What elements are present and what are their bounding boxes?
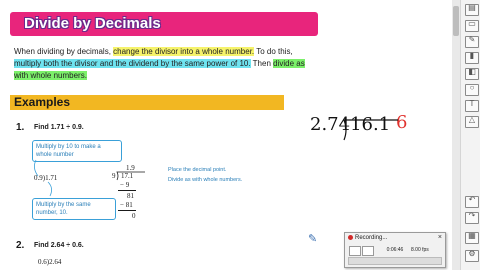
example-1-step-2: 81 bbox=[127, 192, 134, 200]
lesson-title: Divide by Decimals bbox=[24, 15, 161, 32]
subtraction-line-1 bbox=[118, 190, 136, 191]
record-dot-icon bbox=[348, 235, 353, 240]
eraser-icon[interactable]: ◧ bbox=[465, 67, 479, 80]
example-1-setup: 0.9)1.71 bbox=[34, 174, 58, 182]
highlight-multiply-both: multiply both the divisor and the divide… bbox=[14, 59, 251, 68]
page-icon[interactable]: ▭ bbox=[465, 19, 479, 32]
examples-banner: Examples bbox=[10, 95, 284, 110]
recorder-pause-button[interactable] bbox=[349, 246, 361, 256]
intro-text-2: To do this, bbox=[254, 47, 293, 56]
callout-bottom-text: Multiply by the same number, 10. bbox=[36, 202, 91, 216]
highlight-change-divisor: change the divisor into a whole number. bbox=[113, 47, 255, 56]
undo-icon[interactable]: ↶ bbox=[465, 195, 479, 208]
recording-time: 0:06:46 bbox=[386, 247, 404, 253]
pen-icon[interactable]: ✎ bbox=[465, 35, 479, 48]
note-divide-whole: Divide as with whole numbers. bbox=[168, 177, 243, 183]
example-1-step-1: − 9 bbox=[120, 181, 130, 189]
example-1-number: 1. bbox=[16, 122, 25, 133]
intro-text-3: Then bbox=[250, 59, 274, 68]
handwritten-bracket bbox=[343, 119, 398, 141]
image-icon[interactable]: ▦ bbox=[465, 231, 479, 244]
example-2-problem: Find 2.64 ÷ 0.6. bbox=[34, 242, 84, 249]
text-icon[interactable]: T bbox=[465, 99, 479, 112]
vertical-scrollbar[interactable] bbox=[452, 0, 460, 270]
recording-widget[interactable]: Recording... × 0:06:46 8.00 fps bbox=[344, 232, 446, 268]
example-2-number: 2. bbox=[16, 240, 25, 251]
example-1-remainder: 0 bbox=[132, 212, 136, 220]
example-1-divisor: 9 bbox=[112, 172, 116, 180]
recording-title: Recording... bbox=[348, 235, 387, 241]
callout-multiply-same: Multiply by the same number, 10. bbox=[32, 198, 116, 220]
recorder-progress bbox=[348, 257, 442, 265]
lasso-icon[interactable]: ○ bbox=[465, 83, 479, 96]
example-2-setup: 0.6)2.64 bbox=[38, 258, 62, 266]
example-1-problem: Find 1.71 ÷ 0.9. bbox=[34, 124, 84, 131]
lesson-page: Divide by Decimals When dividing by deci… bbox=[0, 0, 452, 270]
example-1-step-3: − 81 bbox=[120, 201, 133, 209]
callout-top-text: Multiply by 10 to make a whole number bbox=[36, 144, 101, 158]
examples-heading: Examples bbox=[14, 95, 71, 109]
highlighter-icon[interactable]: ▮ bbox=[465, 51, 479, 64]
document-icon[interactable]: ▤ bbox=[465, 3, 479, 16]
side-toolbar: ▤ ▭ ✎ ▮ ◧ ○ T △ ↶ ↷ ▦ ⚙ bbox=[460, 0, 480, 270]
lesson-title-banner: Divide by Decimals bbox=[10, 12, 318, 36]
subtraction-line-2 bbox=[118, 210, 136, 211]
example-1-dividend: 17.1 bbox=[121, 172, 134, 180]
scrollbar-thumb[interactable] bbox=[453, 6, 459, 36]
pen-cursor-icon: ✎ bbox=[308, 233, 318, 245]
settings-icon[interactable]: ⚙ bbox=[465, 249, 479, 262]
redo-icon[interactable]: ↷ bbox=[465, 211, 479, 224]
recorder-stop-button[interactable] bbox=[362, 246, 374, 256]
recording-fps: 8.00 fps bbox=[411, 247, 429, 253]
shape-icon[interactable]: △ bbox=[465, 115, 479, 128]
recorder-close-button[interactable]: × bbox=[438, 234, 442, 241]
note-place-decimal: Place the decimal point. bbox=[168, 167, 227, 173]
intro-text-1: When dividing by decimals, bbox=[14, 47, 114, 56]
intro-paragraph: When dividing by decimals, change the di… bbox=[14, 46, 314, 82]
